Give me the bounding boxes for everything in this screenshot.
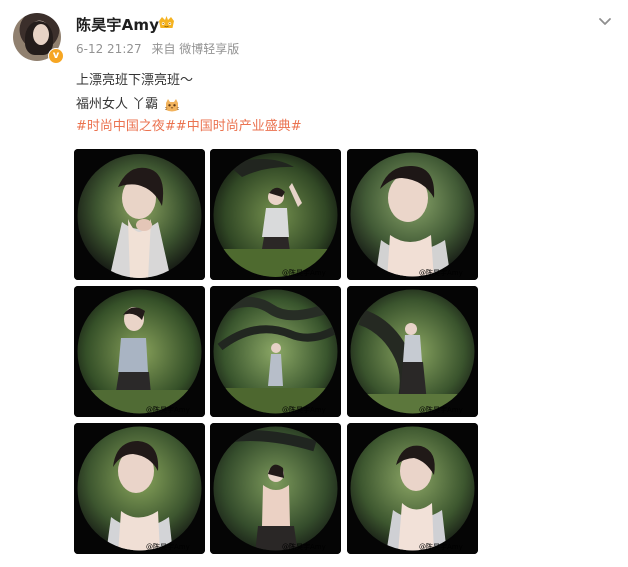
cat-emoji-icon — [165, 98, 180, 111]
photo-watermark: @陈昊宇Amy — [146, 542, 190, 551]
crown-cat-icon — [159, 16, 174, 28]
photo-watermark: @陈昊宇Amy — [419, 542, 463, 551]
post-time[interactable]: 6-12 21:27 — [76, 42, 142, 56]
portrait-photo-icon: @陈昊宇Amy — [347, 286, 478, 417]
photo-watermark: @陈昊宇Amy — [419, 405, 463, 414]
weibo-post-card: v 陈昊宇Amy 6-12 21:27 来自 微博轻享版 上漂亮班下漂亮班～ 福… — [0, 0, 628, 567]
photo-watermark: @陈昊宇Amy — [282, 405, 326, 414]
post-line-2: 福州女人 丫霸 — [76, 93, 193, 117]
photo-watermark: @陈昊宇Amy — [146, 405, 190, 414]
post-line-2-text: 福州女人 丫霸 — [76, 97, 159, 112]
post-line-1: 上漂亮班下漂亮班～ — [76, 73, 194, 88]
portrait-photo-icon: @陈昊宇Amy — [74, 286, 205, 417]
photo-3[interactable]: @陈昊宇Amy — [347, 149, 478, 280]
portrait-photo-icon: @陈昊宇Amy — [210, 286, 341, 417]
photo-gallery: @陈昊宇Amy @陈昊宇Amy @陈昊宇Amy @陈昊宇Amy @陈昊宇Amy … — [74, 149, 481, 554]
hashtag-fashion-night[interactable]: #时尚中国之夜# — [76, 119, 176, 134]
photo-watermark: @陈昊宇Amy — [282, 268, 326, 277]
author-name[interactable]: 陈昊宇Amy — [76, 14, 159, 35]
photo-2[interactable]: @陈昊宇Amy — [210, 149, 341, 280]
post-source[interactable]: 来自 微博轻享版 — [151, 42, 239, 56]
portrait-photo-icon: @陈昊宇Amy — [347, 149, 478, 280]
photo-8[interactable]: @陈昊宇Amy — [210, 423, 341, 554]
photo-7[interactable]: @陈昊宇Amy — [74, 423, 205, 554]
avatar-face — [33, 24, 49, 45]
portrait-photo-icon — [74, 149, 205, 280]
photo-5[interactable]: @陈昊宇Amy — [210, 286, 341, 417]
hashtags: #时尚中国之夜##中国时尚产业盛典# — [76, 117, 302, 137]
photo-watermark: @陈昊宇Amy — [282, 542, 326, 551]
portrait-photo-icon: @陈昊宇Amy — [74, 423, 205, 554]
photo-4[interactable]: @陈昊宇Amy — [74, 286, 205, 417]
portrait-photo-icon: @陈昊宇Amy — [210, 149, 341, 280]
hashtag-fashion-industry[interactable]: #中国时尚产业盛典# — [176, 119, 302, 134]
photo-1[interactable] — [74, 149, 205, 280]
portrait-photo-icon: @陈昊宇Amy — [347, 423, 478, 554]
chevron-down-icon[interactable] — [596, 12, 614, 30]
photo-9[interactable]: @陈昊宇Amy — [347, 423, 478, 554]
verified-icon: v — [48, 48, 64, 64]
photo-watermark: @陈昊宇Amy — [419, 268, 463, 277]
photo-6[interactable]: @陈昊宇Amy — [347, 286, 478, 417]
portrait-photo-icon: @陈昊宇Amy — [210, 423, 341, 554]
post-text: 上漂亮班下漂亮班～ 福州女人 丫霸 — [76, 69, 193, 117]
post-meta: 6-12 21:27 来自 微博轻享版 — [76, 40, 245, 57]
